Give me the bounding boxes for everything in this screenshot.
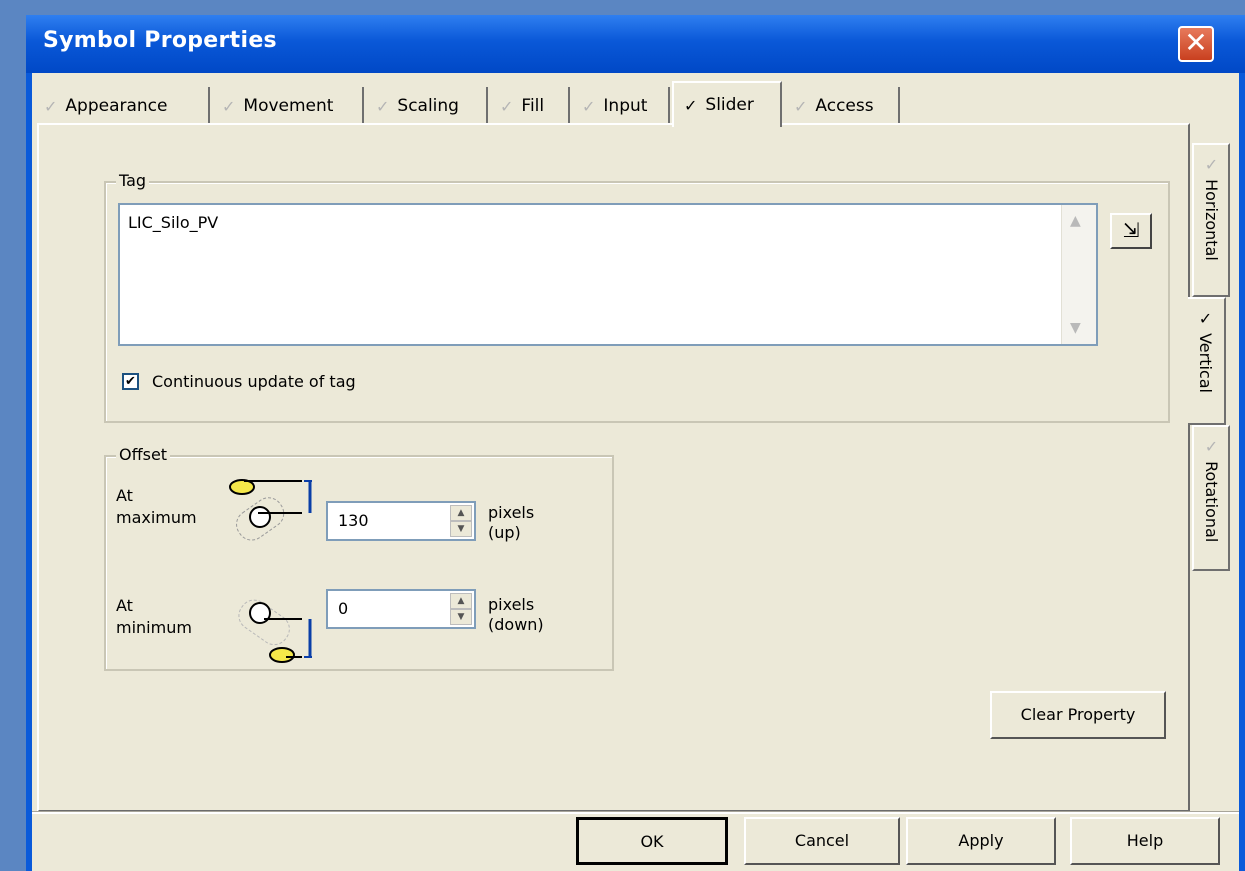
scroll-down-icon[interactable]: ▼ bbox=[1070, 320, 1081, 336]
check-icon: ✓ bbox=[222, 96, 236, 116]
tab-fill[interactable]: ✓ Fill bbox=[490, 87, 570, 125]
side-tab-text: ✓ Horizontal bbox=[1202, 155, 1221, 261]
separator bbox=[32, 811, 1239, 814]
unit-line: pixels bbox=[488, 503, 535, 522]
side-tab-text: ✓ Vertical bbox=[1196, 309, 1215, 393]
check-icon: ✓ bbox=[1196, 309, 1215, 334]
check-icon: ✓ bbox=[44, 96, 58, 116]
tag-browse-icon: ⇲ bbox=[1122, 218, 1140, 242]
symbol-properties-dialog: Symbol Properties ✕ ✓ Appearance ✓ Movem… bbox=[26, 15, 1245, 871]
tab-slider[interactable]: ✓ Slider bbox=[672, 81, 782, 127]
minimum-offset-value: 0 bbox=[338, 599, 349, 618]
tab-appearance[interactable]: ✓ Appearance bbox=[34, 87, 210, 125]
spin-down-icon[interactable]: ▼ bbox=[450, 609, 472, 625]
spin-down-icon[interactable]: ▼ bbox=[450, 521, 472, 537]
continuous-update-checkbox[interactable]: ✔ bbox=[122, 373, 139, 390]
check-icon: ✓ bbox=[582, 96, 596, 116]
tab-input[interactable]: ✓ Input bbox=[572, 87, 670, 125]
help-button[interactable]: Help bbox=[1070, 817, 1220, 865]
minimum-offset-icon bbox=[238, 599, 312, 663]
maximum-offset-icon bbox=[229, 479, 312, 541]
minimum-offset-spinner[interactable]: 0 ▲ ▼ bbox=[326, 589, 476, 629]
tab-label: Slider bbox=[705, 95, 754, 115]
side-tab-label: Vertical bbox=[1196, 333, 1215, 393]
side-tab-horizontal[interactable]: ✓ Horizontal bbox=[1192, 143, 1230, 297]
label-line: At bbox=[116, 596, 133, 615]
tag-textarea[interactable]: LIC_Silo_PV ▲ ▼ bbox=[118, 203, 1098, 346]
maximum-offset-value: 130 bbox=[338, 511, 369, 530]
side-tab-text: ✓ Rotational bbox=[1202, 437, 1221, 542]
cancel-button[interactable]: Cancel bbox=[744, 817, 900, 865]
tab-label: Access bbox=[815, 96, 874, 116]
tab-scaling[interactable]: ✓ Scaling bbox=[366, 87, 488, 125]
maximum-offset-spinner[interactable]: 130 ▲ ▼ bbox=[326, 501, 476, 541]
side-tab-label: Rotational bbox=[1202, 461, 1221, 543]
apply-button[interactable]: Apply bbox=[906, 817, 1056, 865]
unit-line: pixels bbox=[488, 595, 535, 614]
unit-line: (up) bbox=[488, 523, 521, 542]
dialog-client-area: ✓ Appearance ✓ Movement ✓ Scaling ✓ Fill… bbox=[32, 73, 1239, 871]
at-maximum-label: At maximum bbox=[116, 485, 197, 529]
at-minimum-label: At minimum bbox=[116, 595, 192, 639]
minimum-unit-label: pixels (down) bbox=[488, 595, 544, 635]
tab-label: Movement bbox=[243, 96, 334, 116]
side-tab-label: Horizontal bbox=[1202, 179, 1221, 261]
check-icon: ✓ bbox=[1202, 437, 1221, 462]
tab-label: Appearance bbox=[65, 96, 168, 116]
check-icon: ✓ bbox=[684, 95, 698, 115]
close-button[interactable]: ✕ bbox=[1178, 26, 1214, 62]
label-line: minimum bbox=[116, 618, 192, 637]
window-title: Symbol Properties bbox=[43, 28, 277, 53]
clear-property-button[interactable]: Clear Property bbox=[990, 691, 1166, 739]
check-icon: ✓ bbox=[500, 96, 514, 116]
tag-group-legend: Tag bbox=[116, 171, 150, 190]
label-line: At bbox=[116, 486, 133, 505]
unit-line: (down) bbox=[488, 615, 544, 634]
side-tab-vertical[interactable]: ✓ Vertical bbox=[1188, 297, 1226, 425]
tab-label: Scaling bbox=[397, 96, 459, 116]
check-icon: ✓ bbox=[1202, 155, 1221, 180]
maximum-spin-buttons: ▲ ▼ bbox=[450, 505, 472, 537]
check-icon: ✓ bbox=[794, 96, 808, 116]
tab-access[interactable]: ✓ Access bbox=[784, 87, 900, 125]
side-tab-rotational[interactable]: ✓ Rotational bbox=[1192, 425, 1230, 571]
tab-label: Fill bbox=[521, 96, 545, 116]
maximum-unit-label: pixels (up) bbox=[488, 503, 534, 543]
title-bar[interactable]: Symbol Properties ✕ bbox=[26, 15, 1245, 73]
continuous-update-label: Continuous update of tag bbox=[152, 372, 356, 391]
spin-up-icon[interactable]: ▲ bbox=[450, 593, 472, 609]
tab-label: Input bbox=[603, 96, 648, 116]
scroll-up-icon[interactable]: ▲ bbox=[1070, 213, 1081, 229]
tag-value: LIC_Silo_PV bbox=[128, 213, 219, 232]
tag-browse-button[interactable]: ⇲ bbox=[1110, 213, 1152, 249]
tag-scrollbar[interactable]: ▲ ▼ bbox=[1061, 205, 1096, 344]
ok-button[interactable]: OK bbox=[576, 817, 728, 865]
spin-up-icon[interactable]: ▲ bbox=[450, 505, 472, 521]
minimum-spin-buttons: ▲ ▼ bbox=[450, 593, 472, 625]
check-icon: ✓ bbox=[376, 96, 390, 116]
offset-group-legend: Offset bbox=[116, 445, 171, 464]
tab-movement[interactable]: ✓ Movement bbox=[212, 87, 364, 125]
label-line: maximum bbox=[116, 508, 197, 527]
